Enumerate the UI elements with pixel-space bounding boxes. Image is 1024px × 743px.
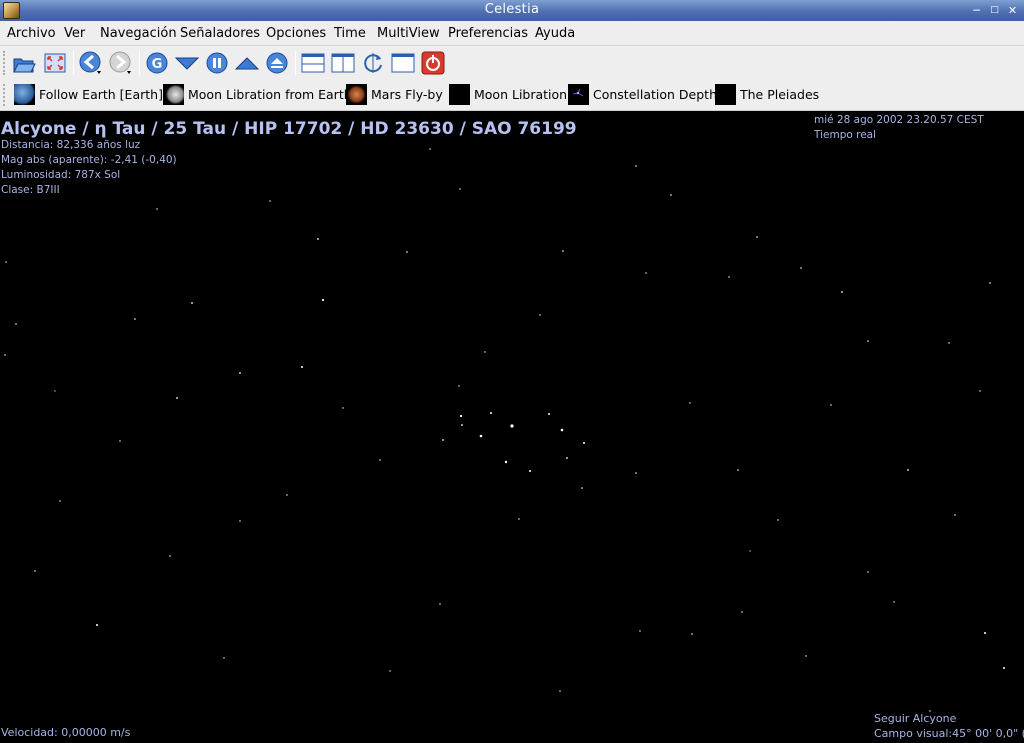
constellation-icon [568, 84, 589, 105]
celestia-window: Celestia ─ □ ✕ Archivo Ver Navegación Se… [0, 0, 1024, 743]
menu-navegacion[interactable]: Navegación [100, 26, 177, 41]
selected-object-name: Alcyone / η Tau / 25 Tau / HIP 17702 / H… [1, 119, 577, 139]
bookmark-mars-fly-by[interactable]: Mars Fly-by [346, 84, 443, 106]
open-folder-icon[interactable] [11, 50, 37, 76]
minimize-icon[interactable]: ─ [969, 3, 984, 18]
menu-senaladores[interactable]: Señaladores [180, 26, 260, 41]
single-view-icon[interactable] [390, 50, 416, 76]
close-icon[interactable]: ✕ [1005, 3, 1020, 18]
split-vertical-icon[interactable] [330, 50, 356, 76]
toolbar-separator [73, 51, 74, 75]
menu-ver[interactable]: Ver [64, 26, 85, 41]
velocity-readout: Velocidad: 0,00000 m/s [1, 726, 131, 739]
bookmarks-grip[interactable] [3, 84, 6, 106]
pause-icon[interactable] [204, 50, 230, 76]
toolbar: G [0, 46, 1024, 80]
bookmark-follow-earth[interactable]: Follow Earth [Earth] [14, 84, 163, 106]
object-luminosity: Luminosidad: 787x Sol [1, 169, 121, 181]
menu-preferencias[interactable]: Preferencias [448, 26, 528, 41]
back-icon[interactable] [78, 50, 104, 76]
title-bar: Celestia ─ □ ✕ [0, 0, 1024, 21]
bookmark-the-pleiades[interactable]: The Pleiades [715, 84, 820, 106]
earth-icon [14, 84, 35, 105]
quit-power-icon[interactable] [420, 50, 446, 76]
black-thumbnail-icon [449, 84, 470, 105]
object-distance: Distancia: 82,336 años luz [1, 139, 141, 151]
moon-icon [163, 84, 184, 105]
menu-archivo[interactable]: Archivo [7, 26, 56, 41]
reverse-time-icon[interactable] [264, 50, 290, 76]
mars-icon [346, 84, 367, 105]
bookmark-constellation-depth[interactable]: Constellation Depth [568, 84, 717, 106]
slower-down-arrow-icon[interactable] [174, 50, 200, 76]
toolbar-grip[interactable] [3, 51, 6, 75]
toolbar-separator [139, 51, 140, 75]
split-horizontal-icon[interactable] [300, 50, 326, 76]
maximize-icon[interactable]: □ [987, 3, 1002, 18]
star-field-view[interactable]: Alcyone / η Tau / 25 Tau / HIP 17702 / H… [0, 111, 1024, 743]
menu-bar: Archivo Ver Navegación Señaladores Opcio… [0, 21, 1024, 46]
svg-text:G: G [152, 57, 163, 72]
simulation-datetime: mié 28 ago 2002 23.20.57 CEST [814, 114, 984, 126]
field-of-view-readout: Campo visual:45° 00' 0,0" (1 [874, 727, 1024, 740]
time-mode: Tiempo real [814, 129, 877, 141]
black-thumbnail-icon [715, 84, 736, 105]
fullscreen-icon[interactable] [42, 50, 68, 76]
faster-up-arrow-icon[interactable] [234, 50, 260, 76]
menu-time[interactable]: Time [334, 26, 366, 41]
toolbar-separator [295, 51, 296, 75]
menu-ayuda[interactable]: Ayuda [535, 26, 575, 41]
menu-multiview[interactable]: MultiView [377, 26, 440, 41]
object-class: Clase: B7III [1, 184, 60, 196]
bookmark-moon-libration[interactable]: Moon Libration [449, 84, 567, 106]
bookmarks-bar: Follow Earth [Earth] Moon Libration from… [0, 80, 1024, 111]
forward-icon[interactable] [108, 50, 134, 76]
cycle-view-icon[interactable] [360, 50, 386, 76]
menu-opciones[interactable]: Opciones [266, 26, 326, 41]
star-field [4, 148, 1005, 712]
follow-status: Seguir Alcyone [874, 712, 957, 725]
bookmark-moon-libration-from-earth[interactable]: Moon Libration from Earth [163, 84, 352, 106]
object-magnitude: Mag abs (aparente): -2,41 (-0,40) [1, 154, 177, 166]
window-title: Celestia [484, 2, 540, 17]
home-goto-icon[interactable]: G [144, 50, 170, 76]
